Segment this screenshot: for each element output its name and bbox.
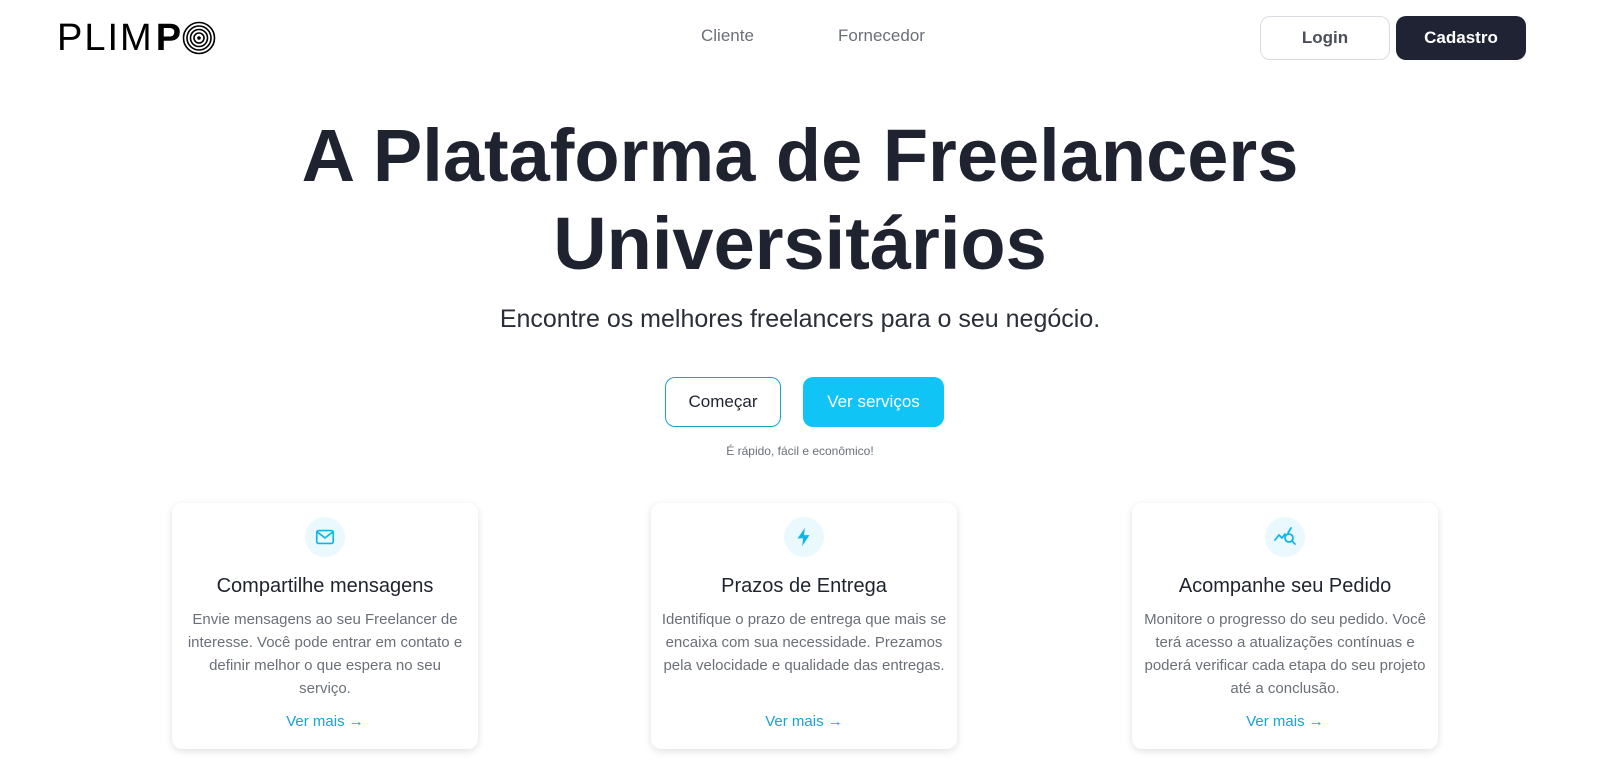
- lightning-icon: [784, 517, 824, 557]
- hero-note: É rápido, fácil e econômico!: [726, 444, 874, 458]
- card-title: Compartilhe mensagens: [216, 575, 434, 597]
- card-title: Prazos de Entrega: [721, 575, 887, 597]
- site-header: PLIM P Cliente Fornecedor Login Cadastro: [0, 0, 1600, 80]
- nav-link-fornecedor[interactable]: Fornecedor: [838, 26, 925, 46]
- card-see-more-link[interactable]: Ver mais →: [1132, 713, 1438, 730]
- card-description: Identifique o prazo de entrega que mais …: [661, 611, 947, 674]
- view-services-button[interactable]: Ver serviços: [803, 377, 944, 427]
- feature-card-tracking: Acompanhe seu Pedido Monitore o progress…: [1132, 503, 1438, 749]
- chart-search-icon: [1265, 517, 1305, 557]
- cadastro-button[interactable]: Cadastro: [1396, 16, 1526, 60]
- card-description: Envie mensagens ao seu Freelancer de int…: [187, 611, 463, 697]
- hero-title-line-1: A Plataforma de Freelancers: [301, 114, 1299, 197]
- start-button[interactable]: Começar: [665, 377, 781, 427]
- feature-card-deadlines: Prazos de Entrega Identifique o prazo de…: [651, 503, 957, 749]
- nav-link-cliente[interactable]: Cliente: [701, 26, 754, 46]
- card-see-more-link[interactable]: Ver mais →: [651, 713, 957, 730]
- hero-title: A Plataforma de Freelancers Universitári…: [0, 112, 1600, 288]
- card-description: Monitore o progresso do seu pedido. Você…: [1144, 611, 1426, 697]
- feature-card-messages: Compartilhe mensagens Envie mensagens ao…: [172, 503, 478, 749]
- card-title: Acompanhe seu Pedido: [1178, 575, 1392, 597]
- mail-icon: [305, 517, 345, 557]
- login-button[interactable]: Login: [1260, 16, 1390, 60]
- card-see-more-link[interactable]: Ver mais →: [172, 713, 478, 730]
- hero-subtitle: Encontre os melhores freelancers para o …: [499, 305, 1101, 333]
- hero-title-line-2: Universitários: [553, 202, 1047, 285]
